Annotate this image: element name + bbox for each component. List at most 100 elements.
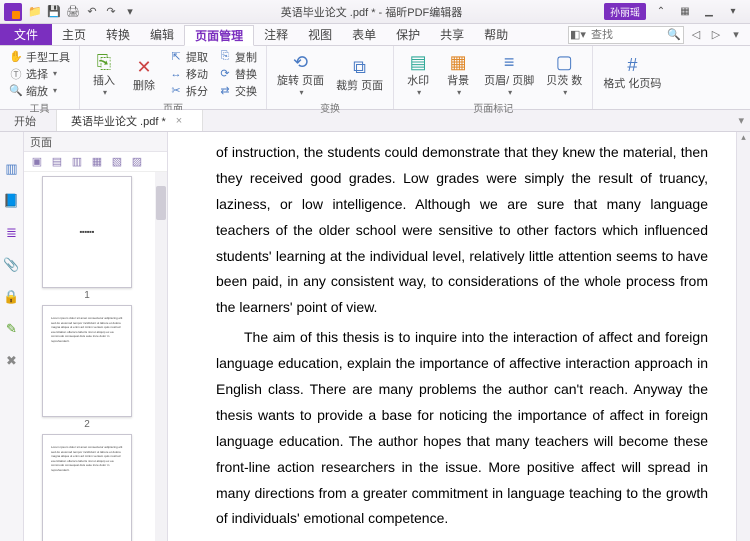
crop-icon: ⧉ — [348, 55, 372, 79]
sidebar-scrollbar[interactable] — [155, 172, 167, 541]
chevron-down-icon: ▾ — [508, 88, 512, 97]
tab-edit[interactable]: 编辑 — [140, 24, 184, 45]
extract-icon: ⇱ — [169, 50, 183, 64]
tab-help[interactable]: 帮助 — [474, 24, 518, 45]
rotate-page-button[interactable]: ⟲旋转 页面▾ — [273, 48, 328, 99]
extract-button[interactable]: ⇱提取 — [166, 48, 211, 65]
ribbon-collapse-icon[interactable]: ⌃ — [650, 4, 672, 20]
grid-apps-icon[interactable]: ▦ — [674, 4, 696, 20]
scroll-up-icon[interactable]: ▴ — [737, 132, 750, 146]
page-thumbnail-3[interactable]: Lorem ipsum dolor sit amet consectetur a… — [42, 434, 132, 541]
replace-button[interactable]: ⟳替换 — [215, 65, 260, 82]
document-viewport[interactable]: of instruction, the students could demon… — [168, 132, 736, 541]
search-dropdown-icon[interactable]: ◧▾ — [569, 28, 587, 41]
format-pagenum-button[interactable]: #格式 化页码 — [599, 48, 665, 96]
bates-button[interactable]: ▢贝茨 数▾ — [542, 48, 586, 99]
swap-button[interactable]: ⇄交换 — [215, 82, 260, 99]
doc-tab-current[interactable]: 英语毕业论文 .pdf *× — [57, 110, 203, 131]
tab-convert[interactable]: 转换 — [96, 24, 140, 45]
help-icon[interactable]: ▾ — [722, 4, 744, 20]
pagenum-icon: # — [620, 53, 644, 77]
chevron-down-icon: ▾ — [103, 88, 107, 97]
tabs-overflow-icon[interactable]: ▾ — [732, 110, 750, 131]
header-icon: ≡ — [497, 50, 521, 74]
user-badge[interactable]: 孙丽瑶 — [604, 3, 646, 20]
rail-signature-icon[interactable]: ✎ — [3, 320, 21, 338]
hand-tool-button[interactable]: ✋手型工具 — [6, 48, 73, 65]
tab-view[interactable]: 视图 — [298, 24, 342, 45]
side-tool-5-icon[interactable]: ▧ — [110, 155, 124, 169]
move-button[interactable]: ↔移动 — [166, 65, 211, 82]
qat-redo-icon[interactable]: ↷ — [102, 3, 120, 21]
sidebar-title: 页面 — [24, 132, 167, 152]
search-input[interactable] — [587, 29, 665, 41]
bates-icon: ▢ — [552, 50, 576, 74]
watermark-icon: ▤ — [406, 50, 430, 74]
copy-icon: ⎘ — [218, 50, 232, 64]
tab-protect[interactable]: 保护 — [386, 24, 430, 45]
nav-more-icon[interactable]: ▾ — [728, 28, 744, 41]
rail-bookmarks-icon[interactable]: ▥ — [3, 160, 21, 178]
close-tab-icon[interactable]: × — [176, 115, 182, 127]
side-tool-6-icon[interactable]: ▨ — [130, 155, 144, 169]
nav-next-icon[interactable]: ▷ — [708, 28, 724, 41]
zoom-icon: 🔍 — [9, 84, 23, 98]
delete-icon: ✕ — [132, 55, 156, 79]
insert-icon: ⎘ — [92, 50, 116, 74]
chevron-down-icon: ▾ — [53, 69, 57, 78]
qat-dropdown-icon[interactable]: ▾ — [121, 3, 139, 21]
side-tool-2-icon[interactable]: ▤ — [50, 155, 64, 169]
page-thumbnail-1[interactable]: ■■■■■■ 1 — [42, 176, 132, 301]
watermark-button[interactable]: ▤水印▾ — [400, 48, 436, 99]
chevron-down-icon: ▾ — [563, 88, 567, 97]
rail-settings-icon[interactable]: ✖ — [3, 352, 21, 370]
chevron-down-icon: ▾ — [457, 88, 461, 97]
split-button[interactable]: ✂拆分 — [166, 82, 211, 99]
rail-pages-icon[interactable]: 📘 — [3, 192, 21, 210]
chevron-down-icon: ▾ — [53, 86, 57, 95]
side-tool-3-icon[interactable]: ▥ — [70, 155, 84, 169]
tab-annotate[interactable]: 注释 — [254, 24, 298, 45]
page-thumbnail-2[interactable]: Lorem ipsum dolor sit amet consectetur a… — [42, 305, 132, 430]
zoom-tool-button[interactable]: 🔍缩放▾ — [6, 82, 73, 99]
insert-page-button[interactable]: ⎘插入▾ — [86, 48, 122, 99]
app-logo — [4, 3, 22, 21]
rail-attachments-icon[interactable]: 📎 — [3, 256, 21, 274]
side-tool-4-icon[interactable]: ▦ — [90, 155, 104, 169]
group-transform-label: 变换 — [273, 99, 387, 116]
background-icon: ▦ — [446, 50, 470, 74]
qat-open-icon[interactable]: 📁 — [26, 3, 44, 21]
qat-print-icon[interactable]: 🖨 — [64, 3, 82, 21]
search-box[interactable]: ◧▾ 🔍 — [568, 26, 684, 44]
file-menu-button[interactable]: 文件 — [0, 24, 52, 45]
qat-undo-icon[interactable]: ↶ — [83, 3, 101, 21]
crop-page-button[interactable]: ⧉裁剪 页面 — [332, 48, 387, 99]
rotate-icon: ⟲ — [289, 50, 313, 74]
group-pagemark-label: 页面标记 — [400, 99, 586, 116]
search-icon[interactable]: 🔍 — [665, 28, 683, 41]
header-footer-button[interactable]: ≡页眉/ 页脚▾ — [480, 48, 538, 99]
tab-share[interactable]: 共享 — [430, 24, 474, 45]
copy-button[interactable]: ⎘复制 — [215, 48, 260, 65]
document-paragraph: The aim of this thesis is to inquire int… — [216, 325, 708, 532]
delete-page-button[interactable]: ✕删除 — [126, 48, 162, 99]
nav-prev-icon[interactable]: ◁ — [688, 28, 704, 41]
background-button[interactable]: ▦背景▾ — [440, 48, 476, 99]
tab-page-manage[interactable]: 页面管理 — [184, 25, 254, 46]
side-tool-1-icon[interactable]: ▣ — [30, 155, 44, 169]
qat-save-icon[interactable]: 💾 — [45, 3, 63, 21]
split-icon: ✂ — [169, 84, 183, 98]
hand-icon: ✋ — [9, 50, 23, 64]
cursor-icon: Ⓣ — [9, 67, 23, 81]
doc-tab-start[interactable]: 开始 — [0, 110, 57, 131]
tab-home[interactable]: 主页 — [52, 24, 96, 45]
document-paragraph: of instruction, the students could demon… — [216, 140, 708, 321]
select-tool-button[interactable]: Ⓣ选择▾ — [6, 65, 73, 82]
swap-icon: ⇄ — [218, 84, 232, 98]
minimize-icon[interactable]: ▁ — [698, 4, 720, 20]
chevron-down-icon: ▾ — [417, 88, 421, 97]
rail-security-icon[interactable]: 🔒 — [3, 288, 21, 306]
tab-form[interactable]: 表单 — [342, 24, 386, 45]
window-title: 英语毕业论文 .pdf * - 福昕PDF编辑器 — [139, 4, 604, 20]
rail-layers-icon[interactable]: ≣ — [3, 224, 21, 242]
